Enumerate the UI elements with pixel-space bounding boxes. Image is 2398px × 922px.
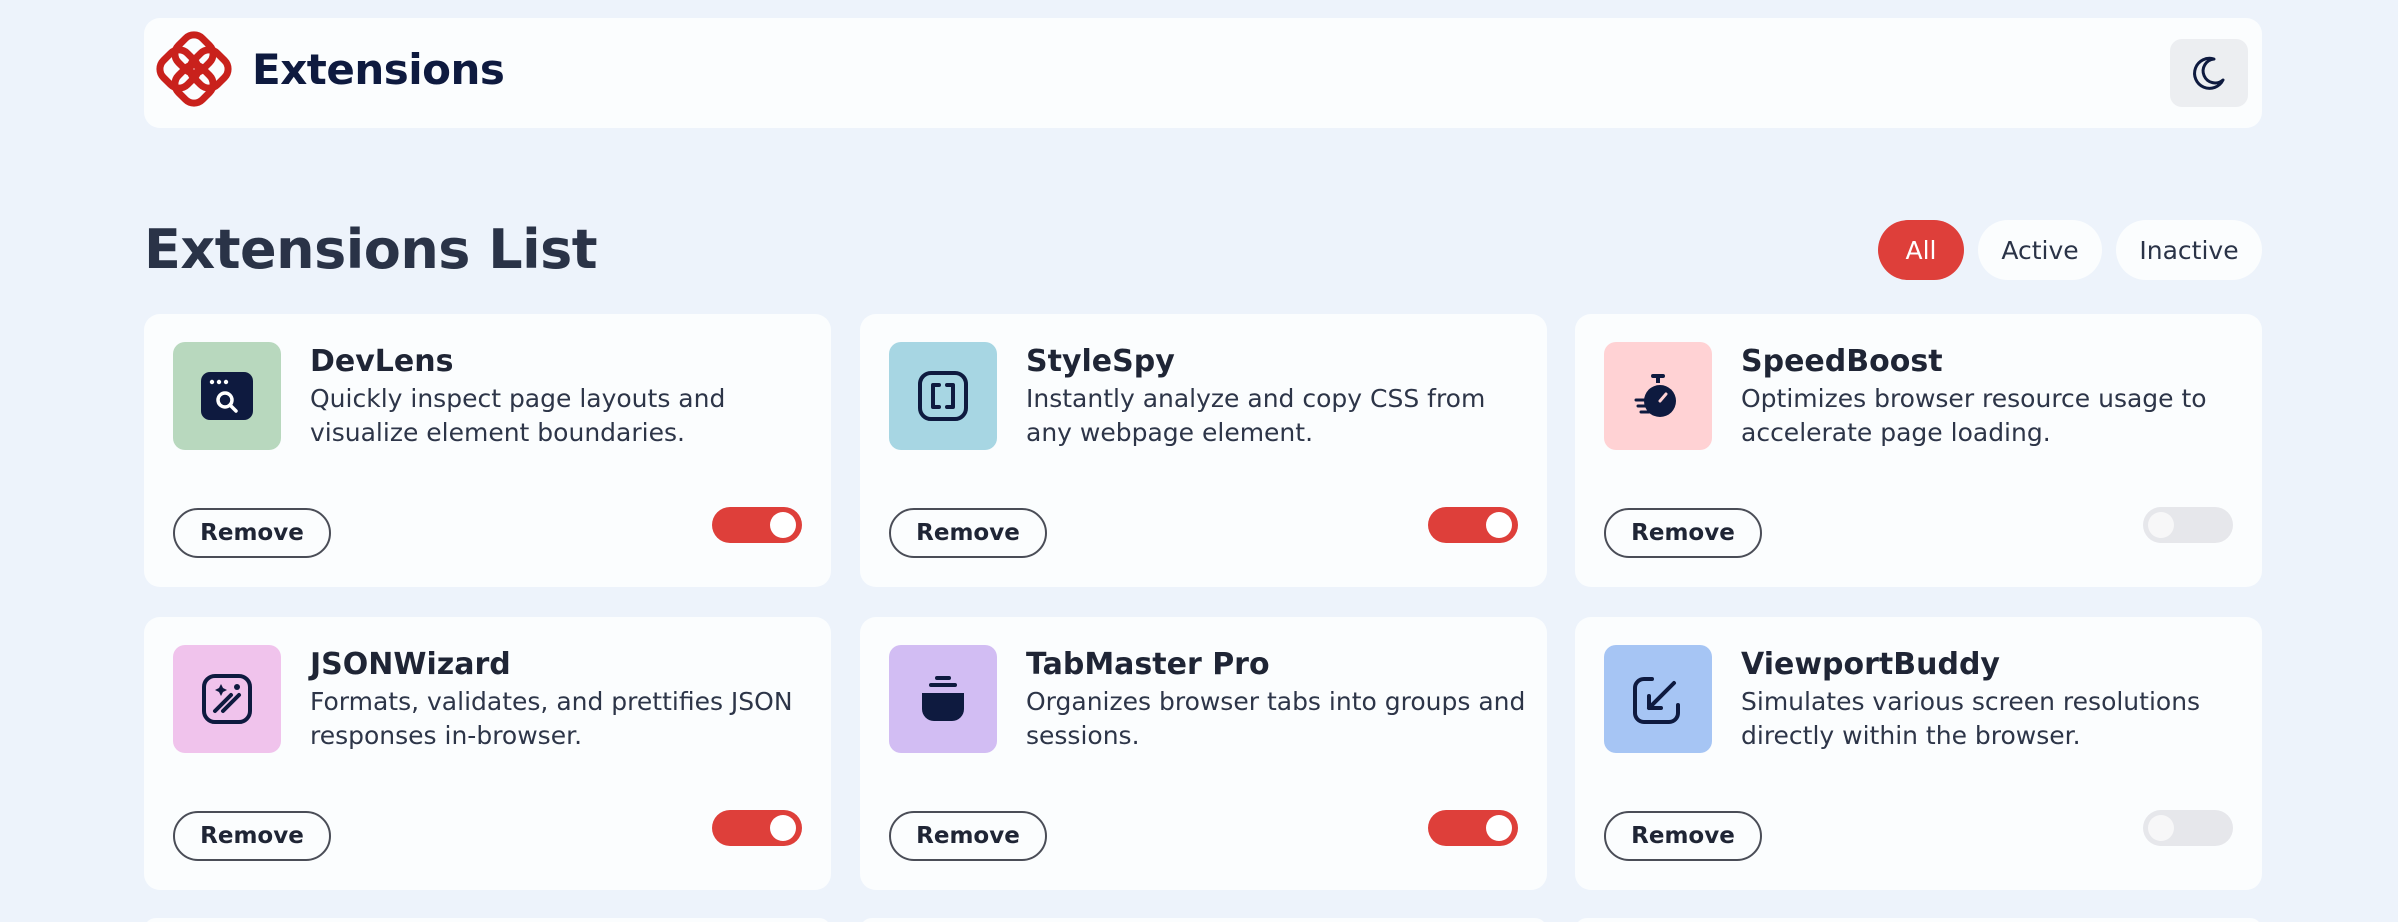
extension-description: Simulates various screen resolutions dir…: [1741, 687, 2201, 750]
extension-card-stylespy: StyleSpy Instantly analyze and copy CSS …: [860, 314, 1547, 587]
extension-card-speedboost: SpeedBoost Optimizes browser resource us…: [1575, 314, 2262, 587]
extension-name: TabMaster Pro: [1026, 647, 1270, 682]
active-toggle[interactable]: [2143, 810, 2233, 846]
remove-button[interactable]: Remove: [1604, 508, 1762, 558]
magic-wand-icon: [173, 645, 281, 753]
remove-button[interactable]: Remove: [173, 811, 331, 861]
extension-description: Optimizes browser resource usage to acce…: [1741, 384, 2207, 447]
moon-icon: [2193, 56, 2225, 90]
filter-inactive-button[interactable]: Inactive: [2116, 220, 2262, 280]
toggle-knob: [1486, 512, 1512, 538]
toggle-knob: [770, 815, 796, 841]
app-title: Extensions: [252, 45, 505, 94]
toggle-knob: [770, 512, 796, 538]
extension-card-jsonwizard: JSONWizard Formats, validates, and prett…: [144, 617, 831, 890]
extensions-logo-icon: [156, 31, 232, 107]
toggle-knob: [2148, 512, 2174, 538]
extension-description: Quickly inspect page layouts and visuali…: [310, 384, 726, 447]
filter-all-button[interactable]: All: [1878, 220, 1964, 280]
next-row-card: [1575, 918, 2262, 922]
toggle-knob: [2148, 815, 2174, 841]
extension-name: DevLens: [310, 344, 454, 379]
filter-group: All Active Inactive: [1878, 220, 2262, 280]
extensions-list-title: Extensions List: [144, 218, 598, 281]
extension-description: Formats, validates, and prettifies JSON …: [310, 687, 793, 750]
filter-active-button[interactable]: Active: [1978, 220, 2102, 280]
extension-description: Organizes browser tabs into groups and s…: [1026, 687, 1526, 750]
stopwatch-icon: [1604, 342, 1712, 450]
extension-card-viewportbuddy: ViewportBuddy Simulates various screen r…: [1575, 617, 2262, 890]
resize-arrow-icon: [1604, 645, 1712, 753]
extension-name: StyleSpy: [1026, 344, 1175, 379]
active-toggle[interactable]: [712, 810, 802, 846]
inspect-window-icon: [173, 342, 281, 450]
app-header: Extensions: [144, 18, 2262, 128]
extension-name: ViewportBuddy: [1741, 647, 2000, 682]
theme-toggle-button[interactable]: [2170, 39, 2248, 107]
toggle-knob: [1486, 815, 1512, 841]
next-row-card: [860, 918, 1547, 922]
remove-button[interactable]: Remove: [173, 508, 331, 558]
next-row-card: [144, 918, 831, 922]
active-toggle[interactable]: [1428, 507, 1518, 543]
remove-button[interactable]: Remove: [1604, 811, 1762, 861]
active-toggle[interactable]: [1428, 810, 1518, 846]
extension-name: JSONWizard: [310, 647, 511, 682]
active-toggle[interactable]: [2143, 507, 2233, 543]
remove-button[interactable]: Remove: [889, 508, 1047, 558]
active-toggle[interactable]: [712, 507, 802, 543]
extension-card-devlens: DevLens Quickly inspect page layouts and…: [144, 314, 831, 587]
tab-stack-icon: [889, 645, 997, 753]
extension-description: Instantly analyze and copy CSS from any …: [1026, 384, 1486, 447]
extension-name: SpeedBoost: [1741, 344, 1943, 379]
extension-card-tabmaster-pro: TabMaster Pro Organizes browser tabs int…: [860, 617, 1547, 890]
code-brackets-icon: [889, 342, 997, 450]
remove-button[interactable]: Remove: [889, 811, 1047, 861]
